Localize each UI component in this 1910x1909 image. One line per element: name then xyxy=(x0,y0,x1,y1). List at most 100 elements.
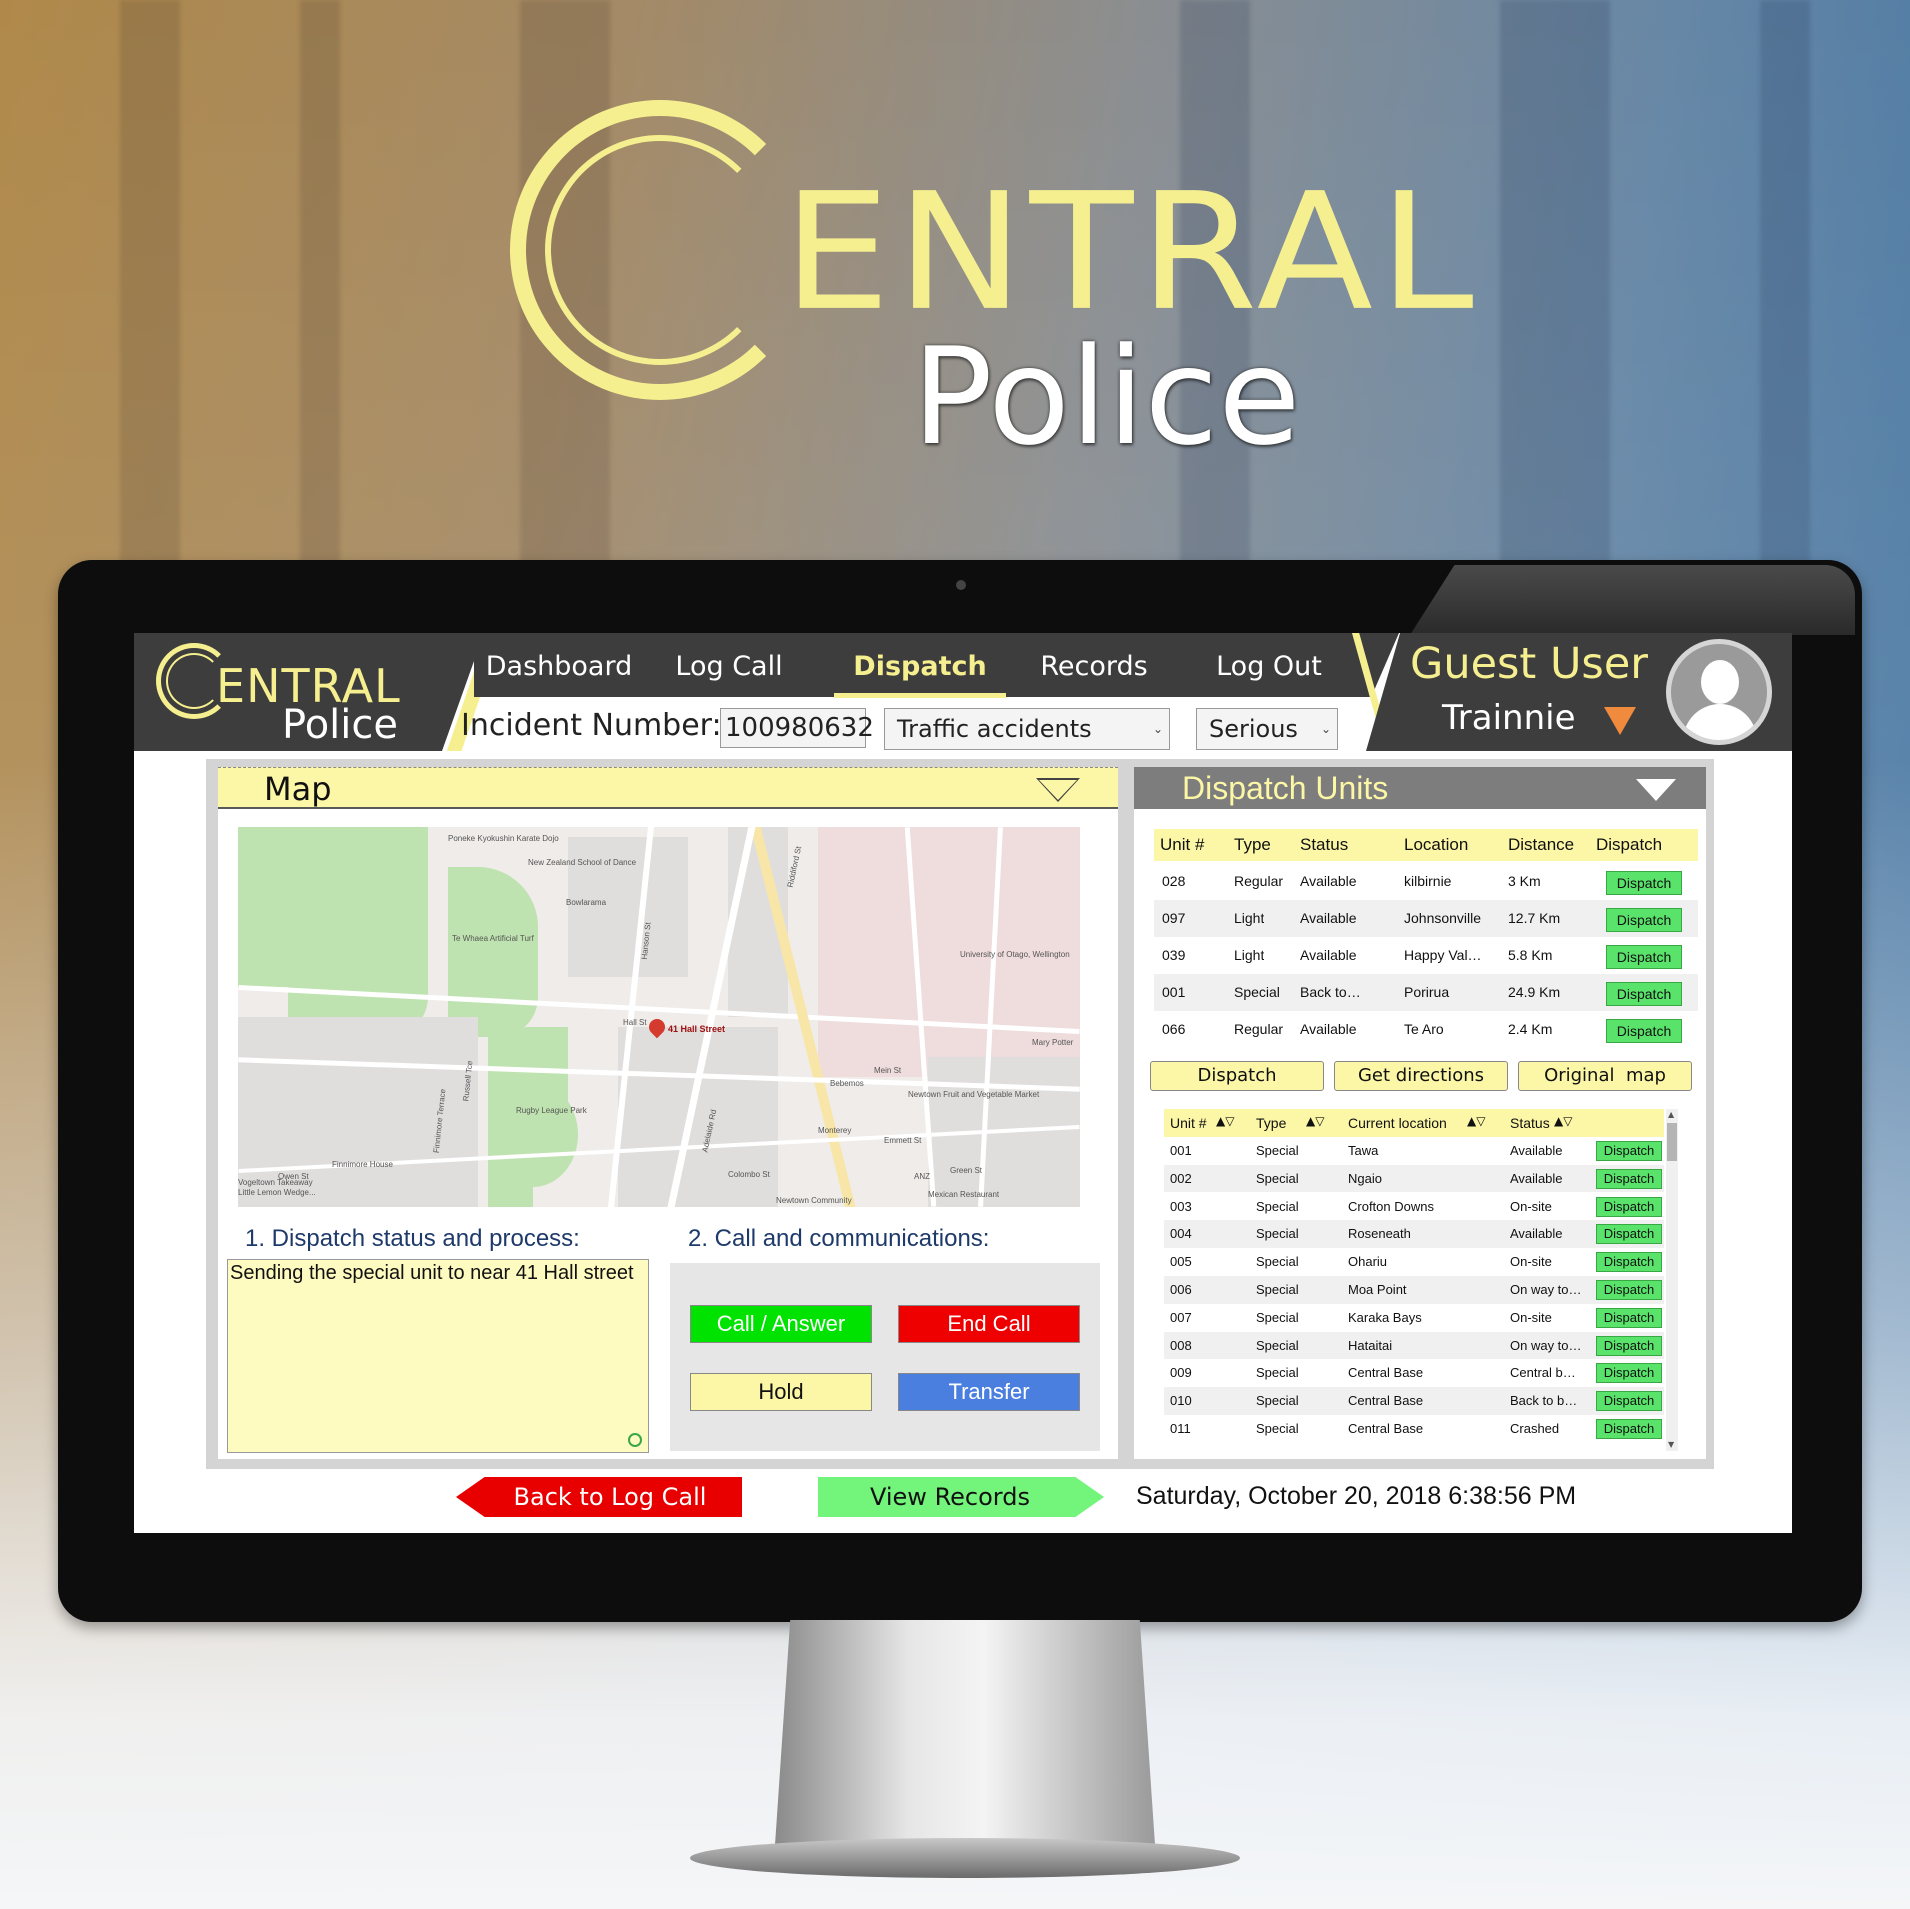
dispatch-unit-button[interactable]: Dispatch xyxy=(1596,1224,1662,1245)
unit-status: On-site xyxy=(1510,1254,1552,1270)
map-park xyxy=(488,1082,578,1187)
unit-status: On way to… xyxy=(1510,1282,1582,1297)
unit-type: Special xyxy=(1256,1309,1299,1325)
map-label: Owen St xyxy=(278,1172,309,1181)
unit-distance: 2.4 Km xyxy=(1508,1021,1553,1037)
unit-list-body: 001 Special Tawa Available Dispatch 002 Specia… xyxy=(1164,1137,1664,1451)
map-view[interactable]: Poneke Kyokushin Karate Dojo New Zealand… xyxy=(238,827,1080,1207)
collapse-triangle-icon[interactable] xyxy=(1636,779,1676,801)
dispatch-unit-button[interactable]: Dispatch xyxy=(1596,1168,1662,1189)
unit-status: Available xyxy=(1300,947,1357,963)
unit-distance: 12.7 Km xyxy=(1508,910,1561,926)
sort-arrows-icon[interactable]: ▲▽ xyxy=(1216,1115,1234,1127)
user-menu-caret-icon[interactable] xyxy=(1604,707,1636,735)
dispatch-unit-button[interactable]: Dispatch xyxy=(1606,908,1682,932)
unit-number: 002 xyxy=(1170,1170,1192,1186)
table-row: 039 Light Available Happy Val… 5.8 Km Di… xyxy=(1154,937,1698,974)
unit-location: Karaka Bays xyxy=(1348,1309,1422,1325)
dispatch-unit-button[interactable]: Dispatch xyxy=(1606,945,1682,969)
unit-location: kilbirnie xyxy=(1404,873,1452,889)
avatar[interactable] xyxy=(1666,639,1772,745)
dispatch-unit-button[interactable]: Dispatch xyxy=(1606,871,1682,895)
nav-log-out[interactable]: Log Out xyxy=(1184,647,1354,687)
nav-dispatch[interactable]: Dispatch xyxy=(834,647,1006,687)
unit-number: 005 xyxy=(1170,1254,1192,1270)
unit-type: Special xyxy=(1256,1254,1299,1270)
units-table-header: Unit # Type Status Location Distance Dis… xyxy=(1154,829,1698,861)
map-label: Little Lemon Wedge... xyxy=(238,1188,316,1197)
unit-type: Special xyxy=(1256,1170,1299,1186)
dispatch-unit-button[interactable]: Dispatch xyxy=(1596,1307,1662,1328)
app-logo-subtext: Police xyxy=(282,702,398,748)
dispatch-units-header: Dispatch Units xyxy=(1134,767,1706,809)
dispatch-unit-button[interactable]: Dispatch xyxy=(1606,982,1682,1006)
sort-arrows-icon[interactable]: ▲▽ xyxy=(1306,1115,1324,1127)
map-panel: Map Poneke Kyokushin Karate Dojo New Zea… xyxy=(218,767,1118,1459)
unit-location: Ohariu xyxy=(1348,1254,1388,1270)
dispatch-unit-button[interactable]: Dispatch xyxy=(1606,1019,1682,1043)
sort-arrows-icon[interactable]: ▲▽ xyxy=(1554,1115,1572,1127)
severity-select[interactable]: Serious ⌄ xyxy=(1196,708,1338,750)
map-panel-header: Map xyxy=(218,767,1118,809)
map-panel-title: Map xyxy=(264,770,332,808)
unit-status: Available xyxy=(1510,1170,1563,1186)
map-label: Hall St xyxy=(623,1018,647,1027)
unit-number: 009 xyxy=(1170,1365,1192,1381)
get-directions-button[interactable]: Get directions xyxy=(1334,1061,1508,1091)
nav-log-call[interactable]: Log Call xyxy=(654,647,804,687)
dispatch-unit-button[interactable]: Dispatch xyxy=(1596,1419,1662,1439)
map-label: Monterey xyxy=(818,1126,852,1135)
map-park xyxy=(288,827,428,1037)
dispatch-unit-button[interactable]: Dispatch xyxy=(1596,1363,1662,1384)
view-records-button[interactable]: View Records xyxy=(818,1477,1104,1517)
unit-list[interactable]: Unit # ▲▽ Type ▲▽ Current location ▲▽ St… xyxy=(1164,1109,1678,1451)
map-label: Te Whaea Artificial Turf xyxy=(452,934,534,943)
dispatch-unit-button[interactable]: Dispatch xyxy=(1596,1280,1662,1300)
unit-status: Available xyxy=(1510,1143,1563,1158)
dispatch-unit-button[interactable]: Dispatch xyxy=(1596,1252,1662,1273)
map-label: Mexican Restaurant xyxy=(928,1190,1000,1199)
unit-list-scrollbar[interactable]: ▲ ▼ xyxy=(1666,1109,1678,1451)
chevron-down-icon: ⌄ xyxy=(1152,722,1163,736)
main-content: Map Poneke Kyokushin Karate Dojo New Zea… xyxy=(206,759,1714,1469)
dispatch-unit-button[interactable]: Dispatch xyxy=(1596,1141,1662,1161)
unit-number: 010 xyxy=(1170,1393,1192,1409)
incident-type-select[interactable]: Traffic accidents ⌄ xyxy=(884,708,1170,750)
grammar-check-icon[interactable] xyxy=(628,1433,642,1447)
hold-button[interactable]: Hold xyxy=(690,1373,872,1411)
unit-number: 039 xyxy=(1162,947,1186,963)
dispatch-status-title: 1. Dispatch status and process: xyxy=(245,1225,580,1252)
unit-number: 011 xyxy=(1170,1421,1191,1436)
back-to-log-call-button[interactable]: Back to Log Call xyxy=(456,1477,742,1517)
end-call-button[interactable]: End Call xyxy=(898,1305,1080,1343)
scroll-up-icon[interactable]: ▲ xyxy=(1668,1111,1674,1119)
dispatch-unit-button[interactable]: Dispatch xyxy=(1596,1196,1662,1217)
nav-records[interactable]: Records xyxy=(1014,647,1174,687)
logo-c-ring-inner xyxy=(545,135,775,365)
unit-status: On way to… xyxy=(1510,1337,1582,1353)
sort-arrows-icon[interactable]: ▲▽ xyxy=(1467,1115,1485,1127)
dispatch-unit-button[interactable]: Dispatch xyxy=(1596,1335,1662,1356)
scrollbar-thumb[interactable] xyxy=(1667,1123,1677,1161)
original-map-button[interactable]: Original map xyxy=(1518,1061,1692,1091)
map-label: University of Otago, Wellington xyxy=(960,950,1070,959)
app-logo[interactable]: ENTRAL Police xyxy=(134,633,484,751)
call-answer-button[interactable]: Call / Answer xyxy=(690,1305,872,1343)
map-label: Mein St xyxy=(874,1066,902,1075)
unit-type: Regular xyxy=(1234,1021,1284,1037)
unit-status: On-site xyxy=(1510,1309,1552,1325)
unit-status: On-site xyxy=(1510,1198,1552,1214)
incident-number-field[interactable]: 100980632 xyxy=(720,708,874,748)
unit-number: 028 xyxy=(1162,873,1186,889)
chevron-down-icon: ⌄ xyxy=(1320,722,1331,736)
nav-dashboard[interactable]: Dashboard xyxy=(474,647,644,687)
dispatch-status-textarea[interactable]: Sending the special unit to near 41 Hall… xyxy=(227,1259,649,1453)
dispatch-unit-button[interactable]: Dispatch xyxy=(1596,1391,1662,1412)
scroll-down-icon[interactable]: ▼ xyxy=(1668,1441,1674,1449)
unit-status: Central b… xyxy=(1510,1365,1576,1381)
dispatch-button[interactable]: Dispatch xyxy=(1150,1061,1324,1091)
list-item: 003 Special Crofton Downs On-site Dispatch xyxy=(1164,1193,1664,1221)
transfer-button[interactable]: Transfer xyxy=(898,1373,1080,1411)
list-item: 002 Special Ngaio Available Dispatch xyxy=(1164,1164,1664,1193)
unit-type: Special xyxy=(1256,1393,1299,1409)
